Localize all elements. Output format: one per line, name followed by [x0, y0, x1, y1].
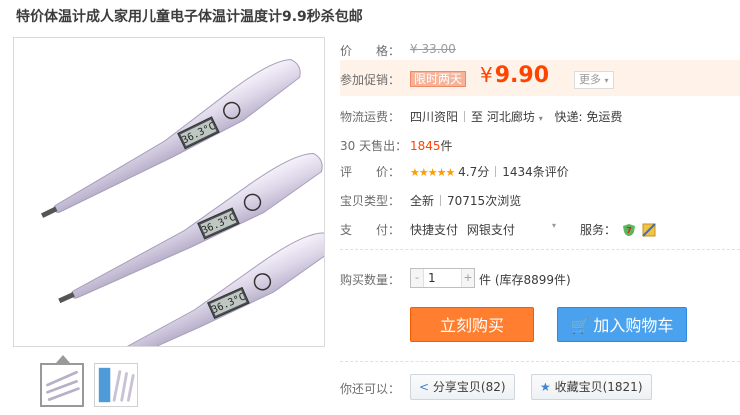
quantity-label: 购买数量：	[340, 273, 401, 287]
promo-price-amount: 9.90	[494, 63, 550, 88]
quantity-stepper: - +	[410, 268, 475, 288]
shipping-origin: 四川资阳	[410, 110, 459, 124]
collect-button-label: 收藏宝贝(1821)	[554, 380, 643, 394]
shipping-destination: 河北廊坊	[486, 110, 535, 124]
original-price: ¥ 33.00	[410, 42, 456, 56]
svg-text:7: 7	[626, 226, 632, 235]
price-label: 价 格：	[340, 44, 401, 58]
item-condition: 全新	[410, 194, 435, 208]
shipping-row: 物流运费： 四川资阳至 河北廊坊 ▾ 快递: 免运费	[340, 108, 622, 125]
divider	[464, 111, 466, 122]
shipping-fee: 快递: 免运费	[554, 110, 623, 124]
payment-dropdown-icon[interactable]: ▾	[552, 221, 556, 230]
product-title: 特价体温计成人家用儿童电子体温计温度计9.9秒杀包邮	[16, 9, 363, 25]
service-shield-icon[interactable]: 7	[622, 223, 636, 237]
quantity-input[interactable]	[423, 269, 462, 287]
sales-detail: 1845件	[410, 137, 453, 154]
cart-icon: 🛒	[570, 317, 590, 335]
share-button-label: 分享宝贝(82)	[432, 380, 506, 394]
payment-methods: 快捷支付 网银支付	[410, 221, 515, 238]
sales-row: 30 天售出： 1845件	[340, 137, 453, 154]
buy-now-button[interactable]: 立刻购买	[410, 307, 534, 342]
shipping-detail: 四川资阳至 河北廊坊 ▾ 快递: 免运费	[410, 108, 622, 125]
share-label: 你还可以：	[340, 382, 401, 396]
payment-label: 支 付：	[340, 223, 401, 237]
sales-label: 30 天售出：	[340, 139, 408, 153]
rating-label: 评 价：	[340, 165, 401, 179]
thumbnail-2[interactable]	[94, 363, 138, 407]
currency-symbol: ¥	[480, 63, 493, 87]
payment-method-quick: 快捷支付	[410, 223, 459, 237]
item-views: 70715次浏览	[447, 194, 522, 208]
sales-count: 1845	[410, 139, 441, 153]
rating-detail: ★★★★★ 4.7分 1434条评价	[410, 163, 569, 180]
quantity-row: 购买数量： - + 件 (库存8899件)	[340, 268, 740, 288]
payment-method-bank: 网银支付	[466, 223, 515, 237]
rating-score: 4.7分	[458, 165, 490, 179]
promo-price: ¥9.90	[480, 63, 549, 88]
service-label: 服务：	[580, 223, 617, 237]
quantity-plus-button[interactable]: +	[462, 269, 474, 287]
caret-down-icon: ▾	[604, 76, 609, 85]
add-to-cart-button[interactable]: 🛒 加入购物车	[557, 307, 687, 342]
rating-row: 评 价： ★★★★★ 4.7分 1434条评价	[340, 163, 569, 180]
more-promos-label: 更多	[579, 73, 601, 86]
service-quality-icon[interactable]	[642, 223, 656, 237]
sales-unit: 件	[440, 139, 453, 153]
promo-label: 参加促销：	[340, 73, 401, 87]
section-divider	[340, 361, 740, 362]
price-row: 价 格： ¥ 33.00	[340, 42, 456, 59]
stock-info: 件 (库存8899件)	[479, 273, 571, 287]
service-info: 服务： 7	[580, 221, 656, 238]
main-product-image[interactable]: 36.3°C 36.3°C 36.3°C	[13, 37, 325, 347]
section-divider	[340, 249, 740, 250]
shipping-destination-select[interactable]: 河北廊坊 ▾	[487, 110, 543, 124]
collect-button[interactable]: ★ 收藏宝贝(1821)	[531, 374, 652, 400]
divider	[495, 166, 497, 177]
item-type-row: 宝贝类型： 全新 70715次浏览	[340, 192, 521, 209]
add-to-cart-label: 加入购物车	[593, 316, 674, 335]
quantity-minus-button[interactable]: -	[411, 269, 423, 287]
thumbnail-pointer-icon	[56, 355, 70, 363]
share-button[interactable]: < 分享宝贝(82)	[410, 374, 515, 400]
item-type-label: 宝贝类型：	[340, 194, 401, 208]
promo-row: 参加促销： 限时两天 ¥9.90 更多 ▾	[340, 60, 740, 96]
chevron-down-icon: ▾	[538, 114, 543, 123]
more-promos-button[interactable]: 更多 ▾	[574, 71, 614, 89]
star-icon: ★	[540, 380, 551, 394]
thermometers-image: 36.3°C 36.3°C 36.3°C	[40, 59, 324, 346]
thumbnail-1[interactable]	[40, 363, 84, 407]
rating-stars: ★★★★★	[410, 166, 455, 179]
review-count-link[interactable]: 1434条评价	[502, 165, 569, 179]
shipping-to-word: 至	[471, 110, 484, 124]
payment-row: 支 付： 快捷支付 网银支付 ▾ 服务： 7	[340, 221, 740, 238]
shipping-label: 物流运费：	[340, 110, 401, 124]
share-icon: <	[419, 380, 430, 394]
item-type-detail: 全新 70715次浏览	[410, 192, 521, 209]
divider	[440, 195, 442, 206]
promo-tag-badge: 限时两天	[410, 71, 467, 87]
